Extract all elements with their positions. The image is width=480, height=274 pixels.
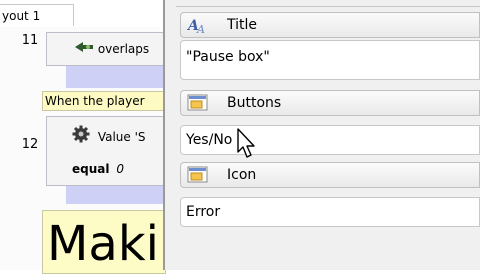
event-comment[interactable]: When the player bbox=[42, 91, 166, 111]
param-icon-label: Icon bbox=[227, 167, 257, 183]
panel-top-edge bbox=[176, 0, 480, 7]
equal-operator: equal bbox=[72, 162, 110, 176]
param-icon-header[interactable]: Icon bbox=[180, 162, 480, 188]
mouse-cursor-icon bbox=[237, 128, 255, 158]
event-11-action-area[interactable] bbox=[66, 66, 166, 88]
param-title-header[interactable]: A A Title bbox=[180, 12, 480, 38]
event-12-condition-text: Value 'S bbox=[97, 130, 146, 144]
buttons-value-field[interactable]: Yes/No bbox=[180, 125, 480, 155]
dropdown-icon bbox=[187, 166, 209, 184]
event-11-condition-text: overlaps bbox=[97, 42, 150, 56]
layout-tab[interactable]: yout 1 bbox=[0, 4, 74, 26]
text-icon: A A bbox=[186, 16, 209, 36]
comment-text: When the player bbox=[45, 94, 145, 108]
big-text: Maki bbox=[47, 216, 159, 272]
param-buttons-header[interactable]: Buttons bbox=[180, 90, 480, 116]
compare-value: 0 bbox=[116, 162, 124, 176]
title-value-field[interactable]: "Pause box" bbox=[180, 40, 480, 80]
buttons-value: Yes/No bbox=[186, 132, 233, 148]
event-11-condition-row[interactable]: overlaps bbox=[74, 38, 149, 60]
layout-tab-label: yout 1 bbox=[2, 9, 41, 23]
svg-text:A: A bbox=[196, 23, 205, 34]
dropdown-icon bbox=[187, 94, 209, 112]
event-12-condition-row-2: equal 0 bbox=[72, 158, 124, 180]
sprite-overlap-icon bbox=[74, 39, 94, 61]
icon-value: Error bbox=[186, 204, 221, 220]
event-12-condition-row[interactable]: Value 'S bbox=[72, 125, 146, 147]
event-12-action-area[interactable] bbox=[66, 186, 166, 204]
event-number-12: 12 bbox=[21, 137, 39, 152]
gear-icon bbox=[72, 125, 94, 147]
text-object-preview[interactable]: Maki bbox=[42, 210, 166, 274]
event-number-11: 11 bbox=[21, 33, 39, 48]
icon-value-field[interactable]: Error bbox=[180, 197, 480, 227]
param-title-label: Title bbox=[227, 17, 258, 33]
title-value: "Pause box" bbox=[186, 49, 270, 65]
param-buttons-label: Buttons bbox=[227, 95, 282, 111]
